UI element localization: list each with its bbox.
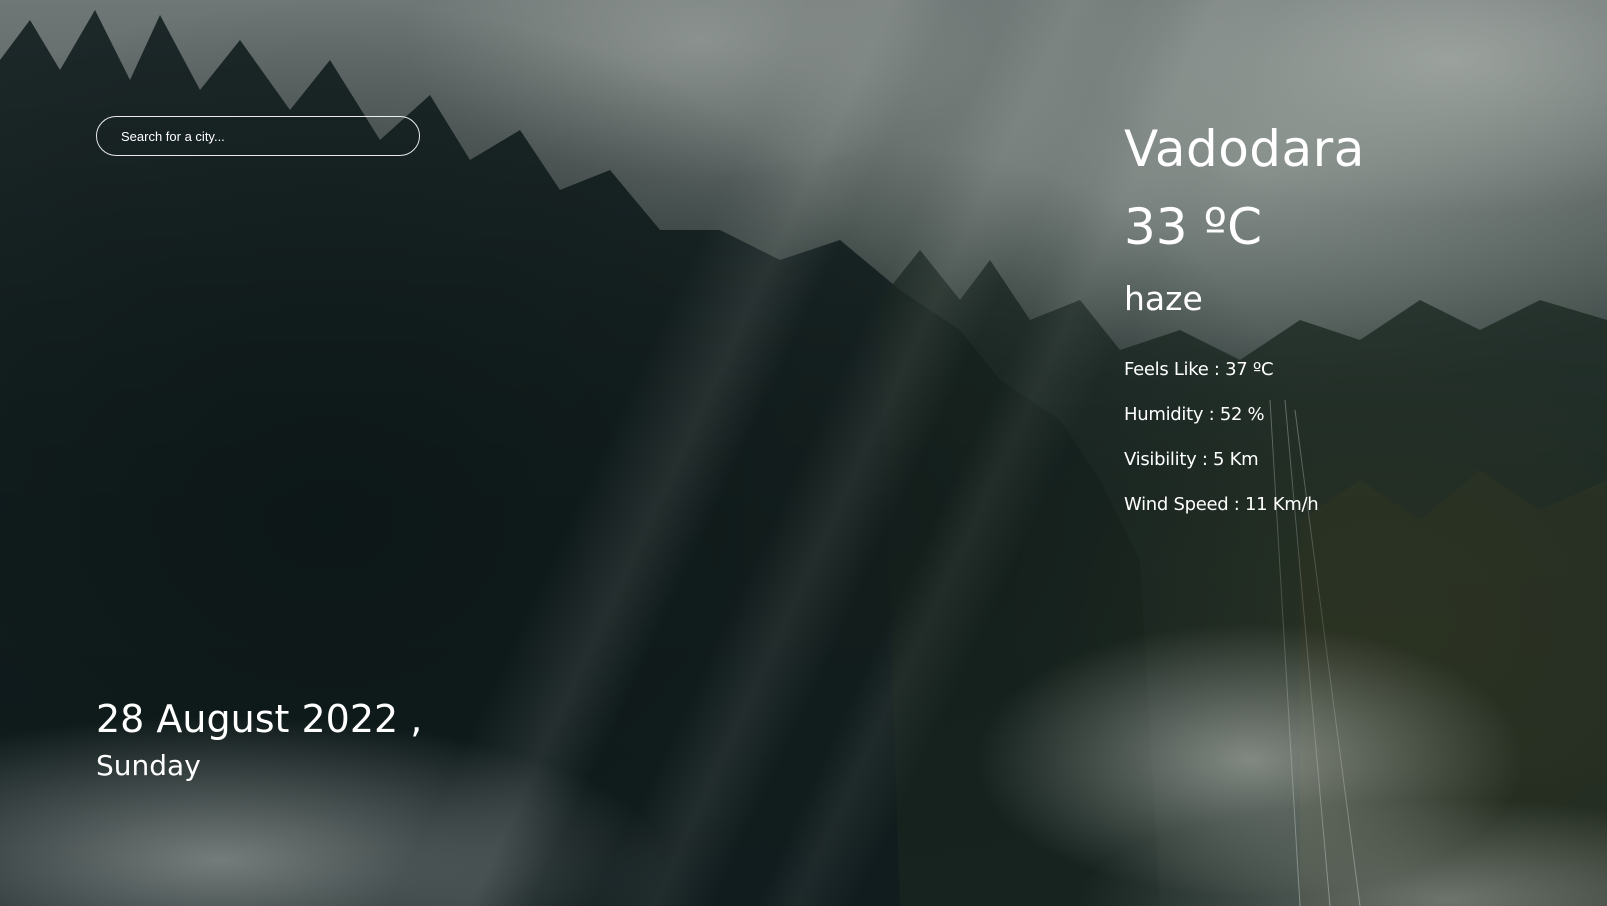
- date-display: 28 August 2022 , Sunday: [96, 700, 422, 780]
- weather-condition: haze: [1124, 279, 1203, 318]
- visibility: Visibility : 5 Km: [1124, 449, 1259, 470]
- weekday: Sunday: [96, 749, 201, 782]
- city-name: Vadodara: [1124, 120, 1365, 178]
- humidity: Humidity : 52 %: [1124, 404, 1265, 425]
- search-container: [96, 116, 420, 156]
- weather-details: Feels Like : 37 ºC Humidity : 52 % Visib…: [1124, 359, 1564, 516]
- temperature: 33 ºC: [1124, 198, 1262, 256]
- full-date: 28 August 2022 ,: [96, 697, 423, 741]
- weather-panel: Vadodara 33 ºC haze Feels Like : 37 ºC H…: [1124, 124, 1564, 539]
- feels-like: Feels Like : 37 ºC: [1124, 359, 1274, 380]
- wind-speed: Wind Speed : 11 Km/h: [1124, 494, 1319, 515]
- city-search-input[interactable]: [96, 116, 420, 156]
- weather-app: Vadodara 33 ºC haze Feels Like : 37 ºC H…: [0, 0, 1607, 906]
